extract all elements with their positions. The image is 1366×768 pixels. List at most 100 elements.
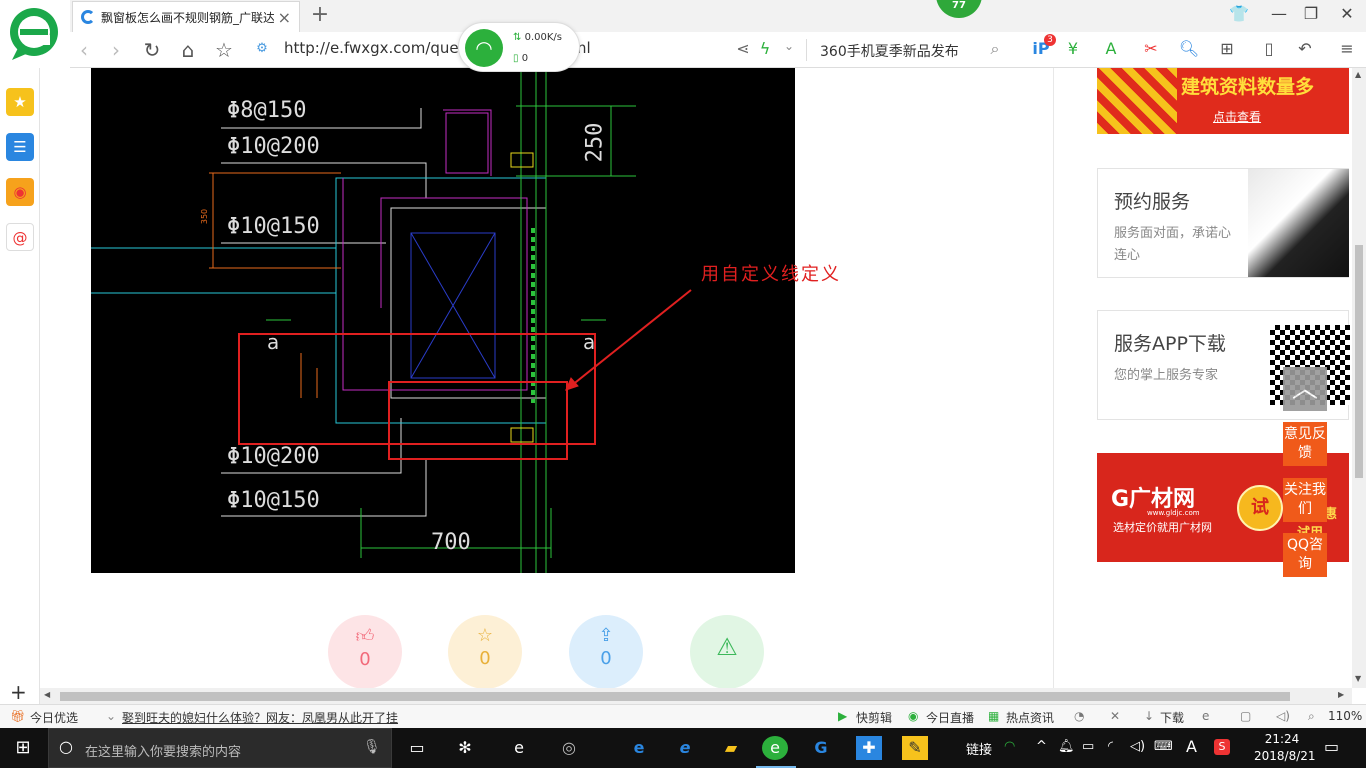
scroll-right-icon[interactable]: ▶ <box>1338 690 1344 699</box>
new-tab-button[interactable]: + <box>308 2 332 27</box>
window-icon[interactable]: ▢ <box>1240 709 1251 723</box>
mail-icon[interactable]: @ <box>6 223 34 251</box>
chevron-up-icon[interactable]: ^ <box>1036 739 1047 754</box>
report-button[interactable]: ⚠ <box>690 615 764 689</box>
ie-icon[interactable]: e <box>1202 709 1209 723</box>
close-window-button[interactable]: ✕ <box>1332 4 1362 23</box>
scroll-up-icon[interactable]: ▲ <box>1355 70 1361 79</box>
plus-app-icon[interactable]: ✚ <box>856 736 882 760</box>
add-icon[interactable]: + <box>10 680 27 704</box>
news-ticker-link[interactable]: 娶到旺夫的媳妇什么体验？网友：凤凰男从此开了挂 <box>122 709 398 726</box>
lightning-icon[interactable]: ϟ <box>754 39 776 58</box>
speedometer-icon[interactable]: ◔ <box>1074 709 1084 723</box>
action-center-icon[interactable]: ▭ <box>1324 737 1339 756</box>
card-title: 服务APP下载 <box>1114 333 1226 355</box>
keyboard-icon[interactable]: ⌨ <box>1154 739 1173 754</box>
apps-icon[interactable]: ⊞ <box>1216 39 1238 58</box>
search-input[interactable]: 360手机夏季新品发布 <box>820 41 959 61</box>
forward-icon[interactable]: › <box>102 38 130 62</box>
hot-news-link[interactable]: 热点资讯 <box>1006 709 1054 726</box>
undo-icon[interactable]: ↶ <box>1294 39 1316 58</box>
windows-start-icon[interactable]: ⊞ <box>10 736 36 760</box>
sogou-icon[interactable]: S <box>1214 739 1230 755</box>
ad-banner-materials[interactable]: 建筑资料数量多 点击查看 <box>1097 68 1349 134</box>
follow-button[interactable]: 关注我们 <box>1283 478 1327 522</box>
favorite-button[interactable]: ☆ 0 <box>448 615 522 689</box>
pin-icon[interactable]: ✕ <box>1110 709 1120 723</box>
weibo-icon[interactable]: ◉ <box>6 178 34 206</box>
shield-icon[interactable]: ¥ <box>1062 39 1084 58</box>
scroll-thumb[interactable] <box>60 692 1290 701</box>
handshake-image <box>1248 169 1349 277</box>
chevron-down-icon[interactable]: ⌄ <box>106 709 116 723</box>
menu-icon[interactable]: ≡ <box>1336 39 1358 58</box>
live-link[interactable]: 今日直播 <box>926 709 974 726</box>
news-icon[interactable]: ☰ <box>6 133 34 161</box>
task-view-icon[interactable]: ▭ <box>404 736 430 760</box>
back-to-top-button[interactable]: ︿ <box>1283 367 1327 411</box>
scroll-down-icon[interactable]: ▼ <box>1355 674 1361 683</box>
quick-clip-link[interactable]: 快剪辑 <box>856 709 892 726</box>
edge-icon[interactable]: e <box>506 736 532 760</box>
tab-active[interactable]: 飘窗板怎么画不规则钢筋_广联达 × <box>72 1 300 32</box>
refresh-icon[interactable]: ↻ <box>138 38 166 62</box>
scissors-icon[interactable]: ✂ <box>1140 39 1162 58</box>
rebar-label-1: Φ8@150 <box>227 98 307 123</box>
360-browser-icon[interactable]: e <box>762 736 788 760</box>
tablet-icon[interactable]: ▯ <box>1258 39 1280 58</box>
share-icon[interactable]: ⋖ <box>732 39 754 58</box>
axis-label-right: a <box>583 330 596 354</box>
notification-bell-icon[interactable]: 🔔︎ <box>1058 739 1075 754</box>
close-icon[interactable]: × <box>278 8 291 27</box>
scroll-thumb[interactable] <box>1355 245 1363 478</box>
wifi-tray-icon[interactable]: ◠ <box>1004 739 1015 754</box>
status-bar: 🎁︎ 今日优选 ⌄ 娶到旺夫的媳妇什么体验？网友：凤凰男从此开了挂 ▶ 快剪辑 … <box>0 704 1366 728</box>
network-speed-widget[interactable]: ◠ ⇅ 0.00K/s ▯ 0 <box>458 22 580 72</box>
feedback-button[interactable]: 意见反馈 <box>1283 422 1327 466</box>
search-icon[interactable]: ⌕ <box>984 39 1006 59</box>
volume-icon[interactable]: ◁) <box>1276 709 1290 723</box>
horizontal-scrollbar[interactable]: ◀ ▶ <box>40 688 1352 704</box>
clock[interactable]: 21:24 2018/8/21 <box>1254 731 1316 765</box>
restore-button[interactable]: ❐ <box>1296 4 1326 23</box>
chevron-down-icon[interactable]: ⌄ <box>778 39 800 53</box>
minimize-button[interactable]: — <box>1264 4 1294 23</box>
favicon-icon <box>81 10 95 24</box>
back-icon[interactable]: ‹ <box>70 38 98 62</box>
fan-icon[interactable]: ✻ <box>452 736 478 760</box>
rebar-label-4: Φ10@200 <box>227 444 320 469</box>
service-card[interactable]: 预约服务 服务面对面，承诺心连心 <box>1097 168 1349 278</box>
try-badge: 试 <box>1237 485 1283 531</box>
extension-badge: 3 <box>1044 34 1056 46</box>
ie-icon[interactable]: e <box>672 736 698 760</box>
taskbar-search[interactable]: ○ 在这里输入你要搜索的内容 🎙︎ <box>48 728 392 768</box>
network-icon[interactable]: ◜ <box>1108 739 1113 754</box>
favorites-icon[interactable]: ★ <box>6 88 34 116</box>
link-label[interactable]: 链接 <box>966 739 992 758</box>
vertical-scrollbar[interactable]: ▲ ▼ <box>1352 68 1366 688</box>
edge-blue-icon[interactable]: e <box>626 736 652 760</box>
warning-icon: ⚠ <box>716 633 738 661</box>
shirt-icon[interactable]: 👕 <box>1224 4 1254 23</box>
glodon-icon[interactable]: G <box>808 736 834 760</box>
like-button[interactable]: 👍︎ 0 <box>328 615 402 689</box>
notes-icon[interactable]: ✎ <box>902 736 928 760</box>
browser-app-icon[interactable]: ◎ <box>556 736 582 760</box>
battery-icon[interactable]: ▭ <box>1082 739 1094 754</box>
ad-link[interactable]: 点击查看 <box>1213 108 1261 125</box>
star-icon[interactable]: ☆ <box>210 38 238 62</box>
site-security-icon[interactable]: ⚙ <box>254 41 270 56</box>
zoom-level[interactable]: 110% <box>1328 709 1362 723</box>
scroll-left-icon[interactable]: ◀ <box>44 690 50 699</box>
translate-icon[interactable]: A <box>1100 39 1122 58</box>
folder-icon[interactable]: ▰ <box>718 736 744 760</box>
volume-icon[interactable]: ◁) <box>1130 739 1145 754</box>
today-picks-link[interactable]: 今日优选 <box>30 709 78 726</box>
download-link[interactable]: 下载 <box>1160 709 1184 726</box>
home-icon[interactable]: ⌂ <box>174 38 202 62</box>
share-button[interactable]: ⇪ 0 <box>569 615 643 689</box>
magnifier-icon[interactable]: 🔍︎ <box>1178 39 1200 58</box>
ime-icon[interactable]: A <box>1186 737 1197 756</box>
microphone-icon[interactable]: 🎙︎ <box>363 739 381 755</box>
qq-consult-button[interactable]: QQ咨询 <box>1283 533 1327 577</box>
